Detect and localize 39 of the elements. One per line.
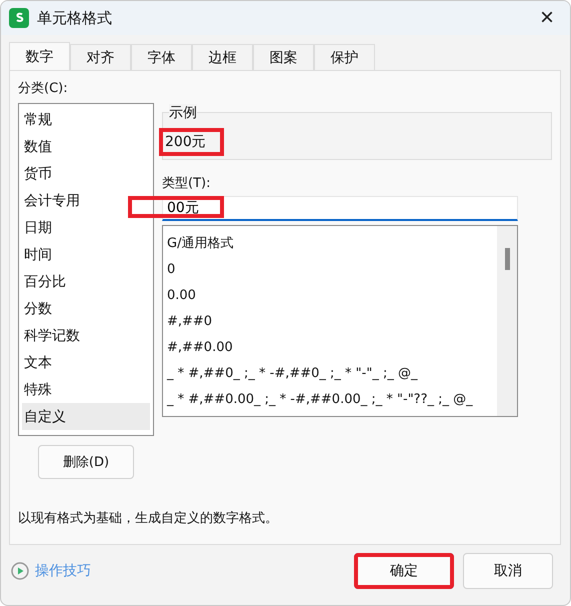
close-button[interactable]: ×	[532, 6, 562, 30]
category-item[interactable]: 百分比	[22, 268, 150, 295]
scrollbar[interactable]	[497, 226, 517, 416]
delete-button[interactable]: 删除(D)	[38, 445, 134, 479]
play-icon	[11, 562, 29, 580]
format-item[interactable]: _ * #,##0.00_ ;_ * -#,##0.00_ ;_ * "-"??_ ;_ @_	[167, 386, 493, 412]
category-item[interactable]: 自定义	[22, 403, 150, 430]
spreadsheet-logo-icon	[9, 8, 29, 28]
description-text: 以现有格式为基础，生成自定义的数字格式。	[18, 510, 279, 527]
sample-label: 示例	[169, 104, 197, 122]
tab[interactable]: 字体	[131, 44, 192, 70]
category-item[interactable]: 货币	[22, 160, 150, 187]
category-item[interactable]: 会计专用	[22, 187, 150, 214]
type-label: 类型(T):	[162, 175, 212, 192]
tab[interactable]: 图案	[253, 44, 314, 70]
format-item[interactable]: #,##0	[167, 308, 493, 334]
tab[interactable]: 对齐	[70, 44, 131, 70]
format-item[interactable]: 0	[167, 256, 493, 282]
format-item[interactable]: 0.00	[167, 282, 493, 308]
category-item[interactable]: 特殊	[22, 376, 150, 403]
cancel-button[interactable]: 取消	[463, 553, 553, 589]
ok-button[interactable]: 确定	[354, 553, 454, 589]
category-item[interactable]: 数值	[22, 133, 150, 160]
category-item[interactable]: 时间	[22, 241, 150, 268]
format-item[interactable]: G/通用格式	[167, 230, 493, 256]
format-item[interactable]: _ * #,##0_ ;_ * -#,##0_ ;_ * "-"_ ;_ @_	[167, 360, 493, 386]
type-input[interactable]: 00元	[162, 196, 518, 221]
tab[interactable]: 保护	[314, 44, 375, 70]
category-item[interactable]: 科学记数	[22, 322, 150, 349]
tab[interactable]: 数字	[9, 42, 70, 70]
window-title: 单元格格式	[37, 8, 113, 28]
category-item[interactable]: 分数	[22, 295, 150, 322]
category-label: 分类(C):	[18, 80, 69, 97]
scroll-thumb[interactable]	[504, 248, 510, 270]
category-item[interactable]: 日期	[22, 214, 150, 241]
category-item[interactable]: 文本	[22, 349, 150, 376]
category-item[interactable]: 常规	[22, 106, 150, 133]
format-item[interactable]: #,##0.00	[167, 334, 493, 360]
tab[interactable]: 边框	[192, 44, 253, 70]
